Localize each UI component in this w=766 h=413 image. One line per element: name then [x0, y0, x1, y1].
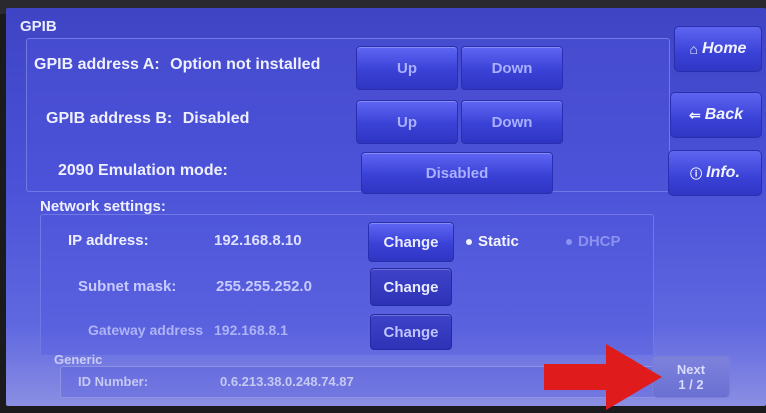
back-button[interactable]: ⇐ Back: [670, 92, 762, 138]
back-button-label: Back: [704, 106, 743, 123]
gateway-change-button[interactable]: Change: [370, 314, 452, 350]
subnet-mask-label: Subnet mask:: [78, 278, 177, 295]
static-radio-dot-icon: [466, 239, 472, 246]
ip-change-button[interactable]: Change: [368, 222, 454, 262]
emulation-mode-label: 2090 Emulation mode:: [58, 162, 228, 179]
static-radio[interactable]: Static: [466, 233, 519, 250]
static-radio-label: Static: [478, 233, 519, 250]
subnet-change-button[interactable]: Change: [370, 268, 452, 306]
home-button[interactable]: ⌂ Home: [674, 26, 762, 72]
info-button[interactable]: ⓘ Info.: [668, 150, 762, 196]
gpib-b-up-button[interactable]: Up: [356, 100, 458, 144]
dhcp-radio-dot-icon: [566, 239, 572, 246]
gpib-address-b-value: Disabled: [182, 110, 250, 127]
gpib-address-a-label-text: GPIB address A:: [34, 56, 160, 73]
back-arrow-icon: ⇐: [689, 106, 701, 123]
gpib-b-down-button[interactable]: Down: [461, 100, 563, 144]
next-page-button[interactable]: Next 1 / 2: [652, 356, 730, 398]
red-arrow-icon: [544, 344, 662, 410]
emulation-mode-button[interactable]: Disabled: [361, 152, 553, 194]
next-label: Next: [676, 362, 706, 377]
id-number-label: ID Number:: [78, 374, 149, 389]
generic-title: Generic: [54, 352, 103, 367]
gpib-address-b-label: GPIB address B: Disabled: [46, 110, 249, 128]
page-indicator: 1 / 2: [678, 377, 704, 392]
gpib-a-up-button[interactable]: Up: [356, 46, 458, 90]
screen-title: GPIB: [20, 18, 57, 35]
gpib-address-b-label-text: GPIB address B:: [46, 110, 173, 127]
home-icon: ⌂: [689, 41, 698, 57]
gpib-address-a-label: GPIB address A: Option not installed: [34, 56, 320, 74]
gateway-address-value: 192.168.8.1: [214, 322, 288, 338]
subnet-mask-value: 255.255.252.0: [216, 278, 312, 295]
dhcp-radio[interactable]: DHCP: [566, 233, 621, 250]
network-settings-title: Network settings:: [40, 198, 166, 215]
dhcp-radio-label: DHCP: [578, 233, 621, 250]
gpib-a-down-button[interactable]: Down: [461, 46, 563, 90]
info-button-label: Info.: [706, 164, 740, 181]
info-icon: ⓘ: [690, 166, 703, 181]
gateway-address-label: Gateway address: [88, 322, 204, 338]
ip-address-value: 192.168.8.10: [214, 232, 302, 249]
id-number-value: 0.6.213.38.0.248.74.87: [220, 374, 354, 389]
gpib-address-a-value: Option not installed: [170, 56, 321, 73]
home-button-label: Home: [702, 40, 747, 57]
ip-address-label: IP address:: [68, 232, 149, 249]
